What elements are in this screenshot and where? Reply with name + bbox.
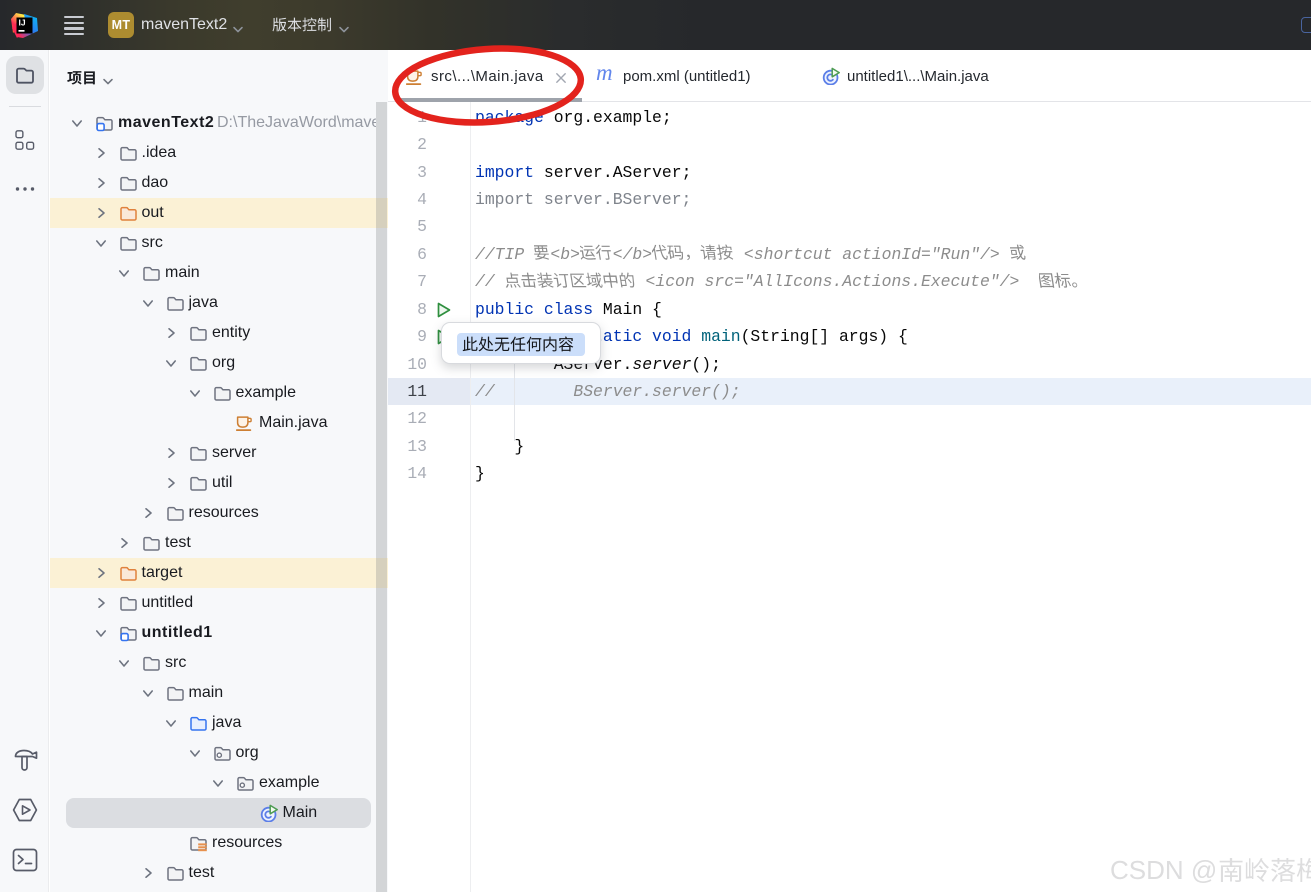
- svg-text:IJ: IJ: [19, 18, 26, 28]
